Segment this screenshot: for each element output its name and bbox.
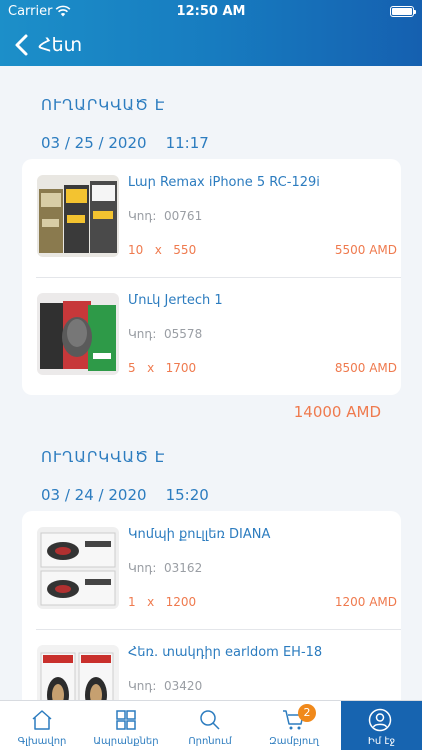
tab-profile[interactable]: Իմ էջ — [341, 701, 422, 750]
home-icon — [32, 710, 52, 730]
order-status: ՈՒՂԱՐԿՎԱԾ Է — [41, 448, 166, 466]
clock: 12:50 AM — [176, 4, 246, 19]
tab-profile-label: Իմ էջ — [367, 736, 396, 747]
order-item[interactable]: Հեռ. տակդիր earldom EH-18 Կոդ: 03420 — [22, 629, 401, 700]
product-image — [37, 293, 119, 375]
product-name: Լար Remax iPhone 5 RC-129i — [128, 175, 320, 190]
user-icon — [368, 708, 392, 732]
order-date: 03 / 24 / 2020 15:20 — [41, 486, 209, 504]
order-card: Լար Remax iPhone 5 RC-129i Կոդ: 00761 10… — [22, 159, 401, 395]
line-total: 5500 AMD — [334, 243, 397, 257]
nav-header: Carrier 12:50 AM Հետ — [0, 0, 422, 66]
tab-search[interactable]: Որոնում — [168, 701, 252, 750]
tab-products[interactable]: Ապրանքներ — [84, 701, 168, 750]
product-image — [37, 645, 119, 700]
tab-search-label: Որոնում — [188, 736, 232, 747]
orders-list[interactable]: ՈՒՂԱՐԿՎԱԾ Է 03 / 25 / 2020 11:17 Լար Rem… — [0, 66, 422, 700]
product-name: Մուկ Jertech 1 — [128, 293, 223, 308]
back-label: Հետ — [38, 34, 83, 56]
search-icon — [200, 710, 220, 730]
quantity-price: 10 x 550 — [128, 243, 197, 257]
grid-icon — [116, 710, 136, 730]
tab-products-label: Ապրանքներ — [93, 736, 159, 747]
order-item[interactable]: Լար Remax iPhone 5 RC-129i Կոդ: 00761 10… — [22, 159, 401, 277]
product-code: Կոդ: 00761 — [128, 209, 203, 223]
chevron-left-icon — [15, 34, 28, 56]
product-code: Կոդ: 05578 — [128, 327, 203, 341]
product-code: Կոդ: 03162 — [128, 561, 203, 575]
order-date: 03 / 25 / 2020 11:17 — [41, 134, 209, 152]
order-status: ՈՒՂԱՐԿՎԱԾ Է — [41, 96, 166, 114]
tab-cart-label: Զամբյուղ — [269, 736, 319, 747]
order-item[interactable]: Մուկ Jertech 1 Կոդ: 05578 5 x 1700 8500 … — [22, 277, 401, 395]
product-name: Կոմպի քուլլեռ DIANA — [128, 527, 271, 542]
status-bar: Carrier 12:50 AM — [0, 4, 422, 22]
tab-bar: Գլխավոր Ապրանքներ Որոնում 2 Զամբյուղ Իմ … — [0, 700, 422, 750]
product-name: Հեռ. տակդիր earldom EH-18 — [128, 645, 323, 660]
line-total: 1200 AMD — [334, 595, 397, 609]
quantity-price: 5 x 1700 — [128, 361, 197, 375]
line-total: 8500 AMD — [334, 361, 397, 375]
product-image — [37, 175, 119, 257]
tab-home-label: Գլխավոր — [17, 736, 67, 747]
product-code: Կոդ: 03420 — [128, 679, 203, 693]
order-card: Կոմպի քուլլեռ DIANA Կոդ: 03162 1 x 1200 … — [22, 511, 401, 700]
battery-icon — [390, 6, 416, 17]
tab-home[interactable]: Գլխավոր — [0, 701, 84, 750]
order-item[interactable]: Կոմպի քուլլեռ DIANA Կոդ: 03162 1 x 1200 … — [22, 511, 401, 629]
quantity-price: 1 x 1200 — [128, 595, 197, 609]
cart-badge: 2 — [298, 704, 316, 722]
back-button[interactable]: Հետ — [10, 30, 82, 60]
order-total: 14000 AMD — [293, 403, 381, 421]
product-image — [37, 527, 119, 609]
tab-cart[interactable]: 2 Զամբյուղ — [252, 701, 336, 750]
